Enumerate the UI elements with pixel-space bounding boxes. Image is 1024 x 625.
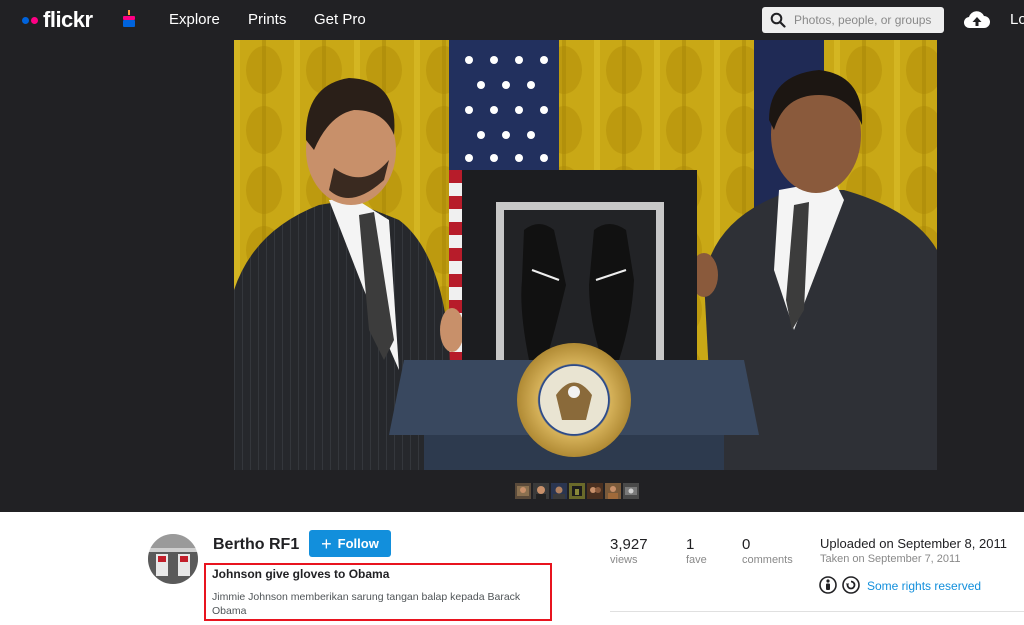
flickr-logo[interactable]: flickr	[22, 7, 93, 33]
logo-pink-dot	[31, 16, 38, 24]
comments-count: 0	[742, 536, 751, 553]
comments-label: comments	[742, 554, 793, 566]
license-link[interactable]: Some rights reserved	[867, 579, 981, 593]
follow-button[interactable]: + Follow	[309, 530, 391, 557]
faves-count[interactable]: 1	[686, 536, 694, 553]
thumbnail[interactable]	[605, 483, 621, 499]
divider	[610, 611, 1024, 612]
follow-label: Follow	[337, 536, 379, 551]
search-box	[762, 7, 944, 33]
thumbnail[interactable]	[569, 483, 585, 499]
search-icon[interactable]	[770, 12, 786, 28]
birthday-cake-icon[interactable]	[122, 10, 136, 28]
thumbnail[interactable]	[587, 483, 603, 499]
nav-get-pro[interactable]: Get Pro	[314, 11, 366, 28]
owner-avatar[interactable]	[148, 534, 198, 584]
share-alike-icon[interactable]	[842, 576, 860, 594]
thumbnail[interactable]	[515, 483, 531, 499]
photo-info-panel: Bertho RF1 + Follow Johnson give gloves …	[0, 512, 1024, 625]
thumbnail[interactable]	[623, 483, 639, 499]
uploaded-date: Uploaded on September 8, 2011	[820, 536, 1007, 551]
owner-name[interactable]: Bertho RF1	[213, 536, 299, 554]
plus-icon: +	[321, 533, 332, 554]
upload-cloud-icon[interactable]	[963, 8, 991, 32]
thumbnail[interactable]	[533, 483, 549, 499]
logo-blue-dot	[22, 16, 29, 24]
thumbnail[interactable]	[551, 483, 567, 499]
faves-label[interactable]: fave	[686, 554, 707, 566]
photo-description: Jimmie Johnson memberikan sarung tangan …	[212, 591, 521, 617]
taken-date: Taken on September 7, 2011	[820, 553, 961, 565]
views-count: 3,927	[610, 536, 648, 553]
logo-text: flickr	[43, 7, 93, 32]
views-label: views	[610, 554, 638, 566]
nav-prints[interactable]: Prints	[248, 11, 286, 28]
main-photo[interactable]	[234, 40, 937, 470]
nav-explore[interactable]: Explore	[169, 11, 220, 28]
search-input[interactable]	[794, 11, 938, 29]
attribution-icon[interactable]	[819, 576, 837, 594]
top-nav: flickr Explore Prints Get Pro Log In	[0, 0, 1024, 40]
photo-title: Johnson give gloves to Obama	[212, 567, 390, 581]
login-link[interactable]: Log In	[1010, 11, 1024, 28]
photo-stage	[0, 40, 1024, 512]
photostream-strip	[515, 483, 639, 499]
